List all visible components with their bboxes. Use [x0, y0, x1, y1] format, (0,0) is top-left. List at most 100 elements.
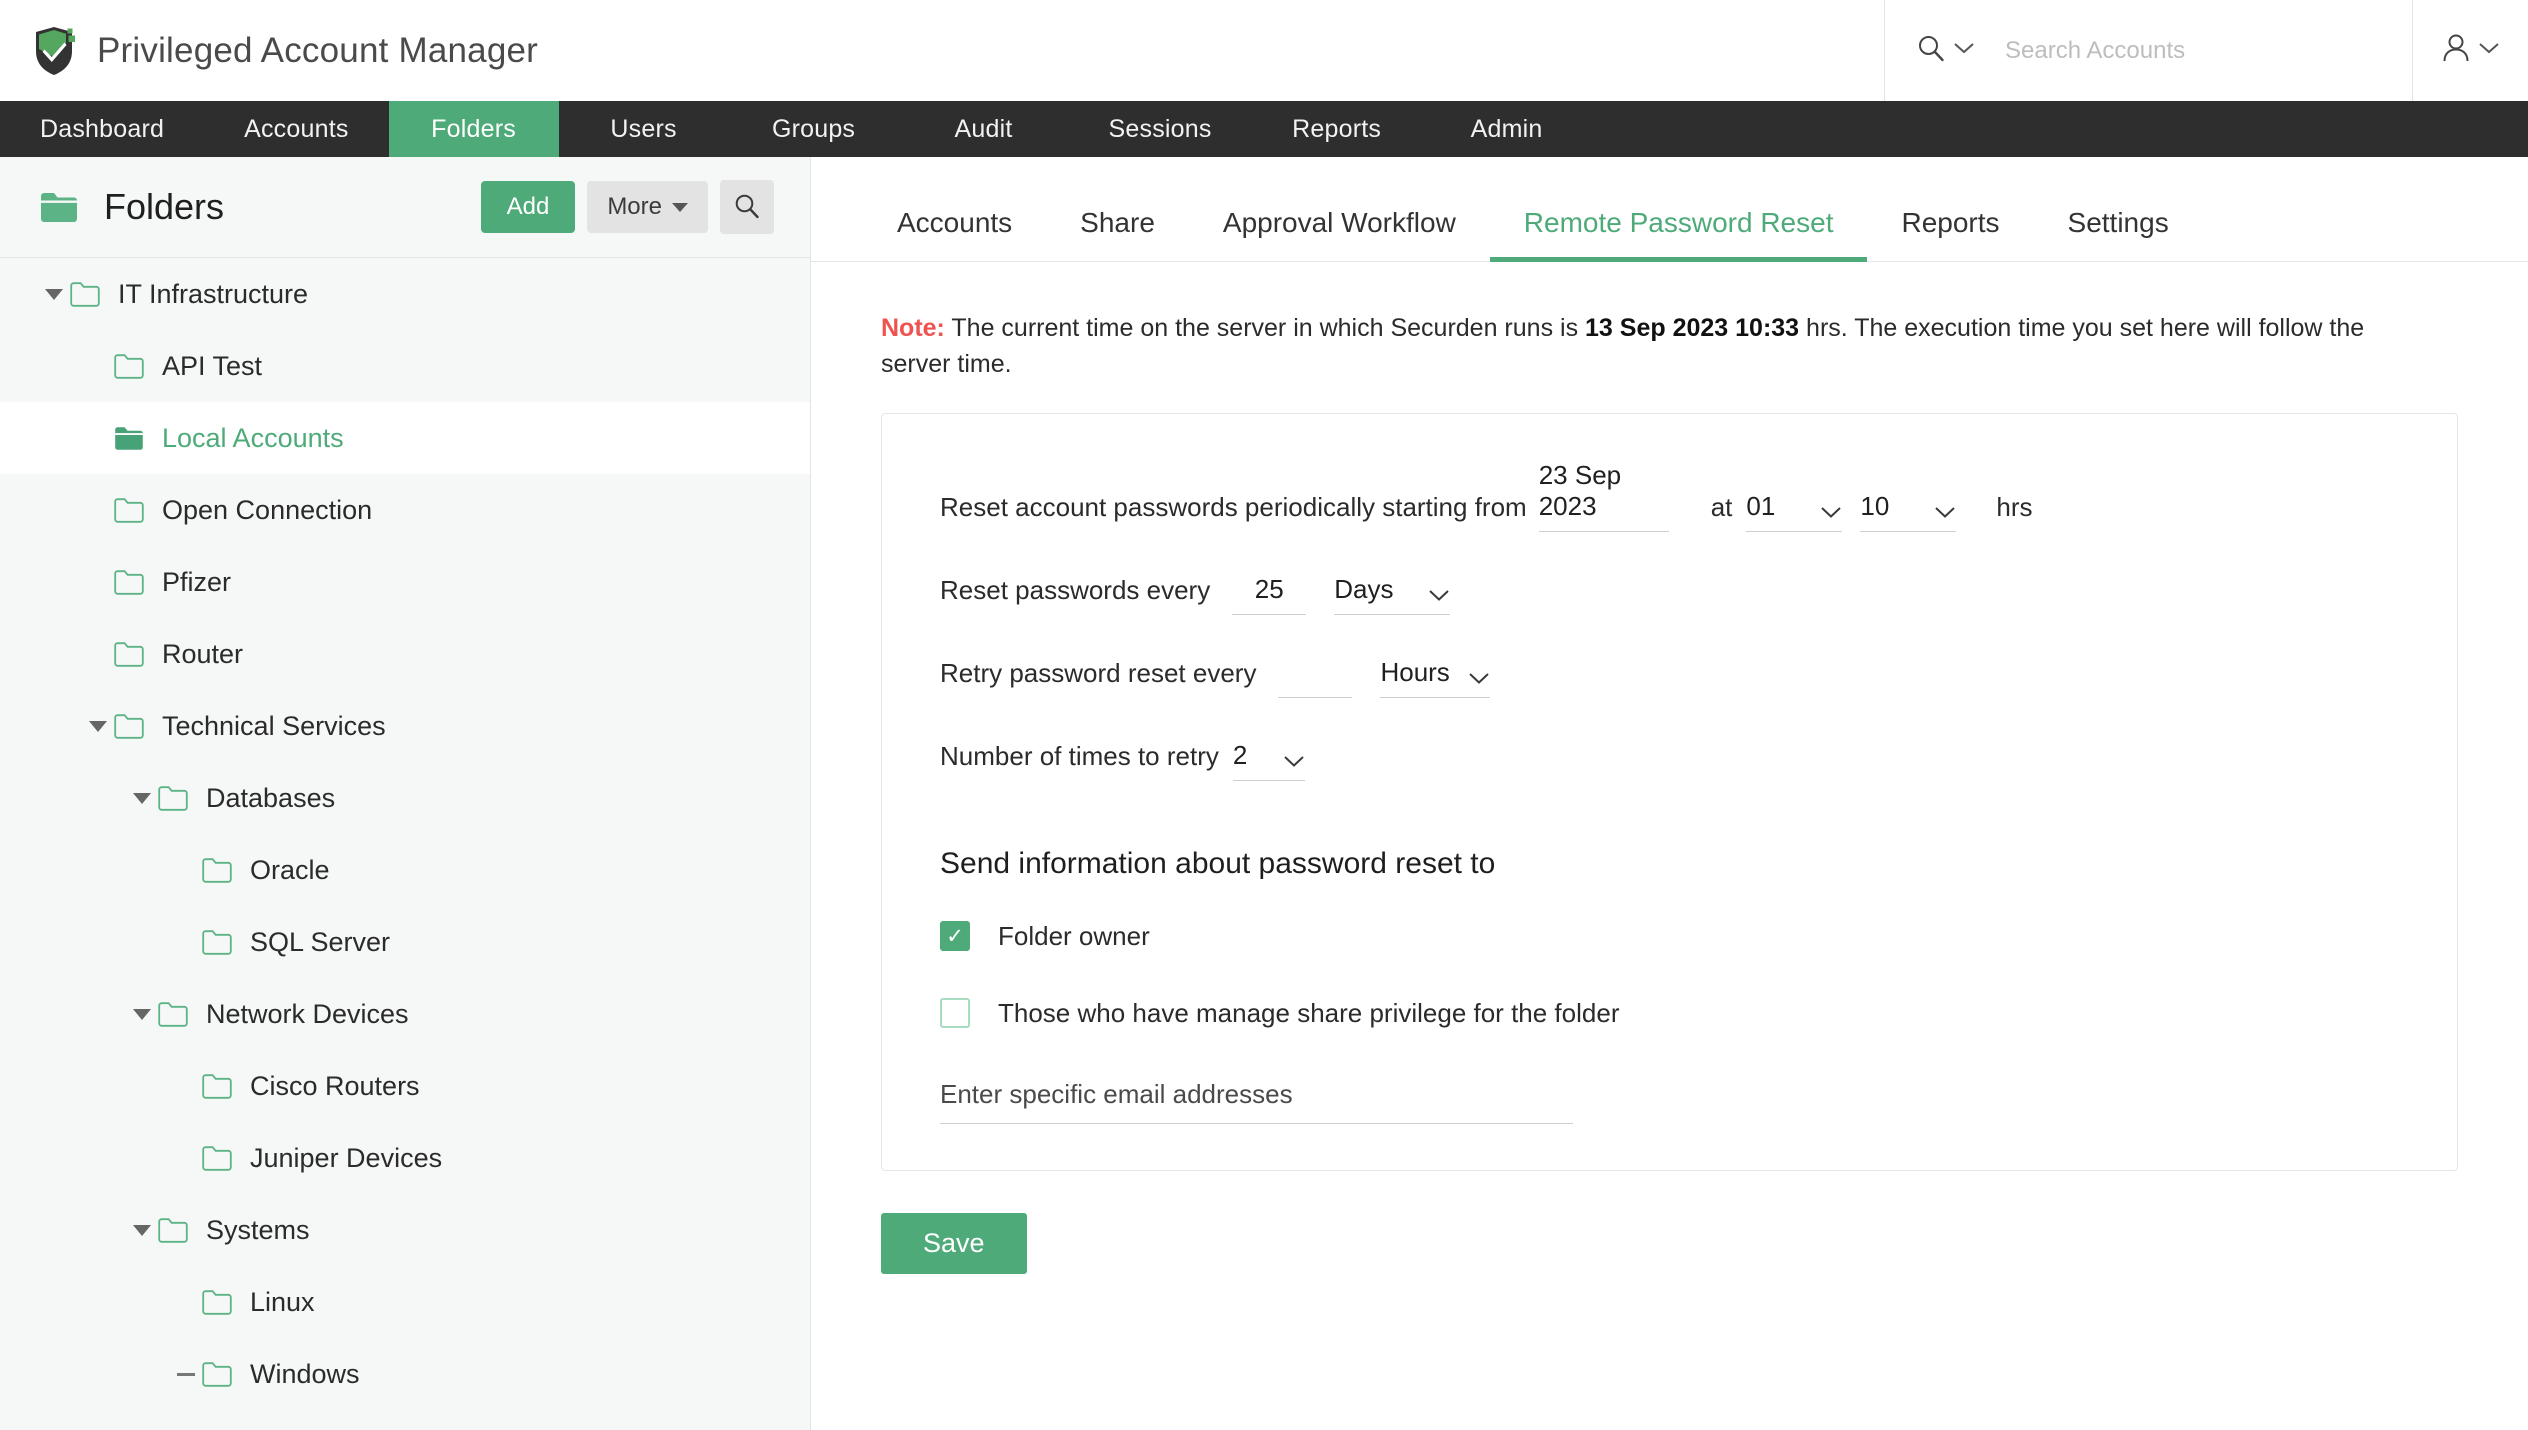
folder-outline-icon: [202, 857, 232, 883]
retry-interval-field[interactable]: [1278, 657, 1353, 698]
retry-interval-unit-select[interactable]: Hours: [1380, 656, 1491, 698]
retry-count-value: 2: [1232, 739, 1248, 770]
nav-item-audit[interactable]: Audit: [899, 101, 1069, 157]
folder-tree-item-label: Technical Services: [162, 710, 386, 741]
folder-tree-item[interactable]: Linux: [0, 1266, 810, 1338]
search-scope-selector[interactable]: [1916, 33, 1975, 68]
folder-filled-icon: [114, 426, 144, 451]
folder-tree-item-label: SQL Server: [250, 926, 391, 957]
retry-interval-unit-value: Hours: [1380, 656, 1450, 687]
nav-item-users[interactable]: Users: [559, 101, 729, 157]
folder-outline-icon: [114, 713, 144, 739]
folder-tree-item-label: Local Accounts: [162, 422, 344, 453]
folder-tree-item[interactable]: Network Devices: [0, 978, 810, 1050]
user-menu[interactable]: [2412, 0, 2528, 101]
folder-tree-item[interactable]: Juniper Devices: [0, 1122, 810, 1194]
tab-approval-workflow[interactable]: Approval Workflow: [1189, 207, 1490, 261]
search-icon: [733, 192, 761, 223]
global-search[interactable]: [1884, 0, 2412, 101]
chevron-down-icon: [1468, 672, 1490, 685]
manage-share-checkbox-row[interactable]: Those who have manage share privilege fo…: [882, 998, 2457, 1029]
more-menu-button[interactable]: More: [587, 181, 708, 233]
folder-tree-item[interactable]: API Test: [0, 330, 810, 402]
shield-logo-icon: [33, 26, 75, 76]
folder-owner-checkbox[interactable]: ✓: [940, 921, 970, 951]
folders-sidebar: Folders Add More IT Infrastructure API Te…: [0, 157, 811, 1430]
sidebar-search-button[interactable]: [720, 180, 774, 234]
user-icon: [2441, 32, 2471, 69]
at-label: at: [1710, 491, 1733, 522]
schedule-start-row: Reset account passwords periodically sta…: [882, 460, 2457, 532]
hour-select[interactable]: 01: [1746, 490, 1843, 532]
manage-share-checkbox[interactable]: [940, 998, 970, 1028]
reset-interval-field[interactable]: 25: [1232, 573, 1307, 615]
nav-item-groups[interactable]: Groups: [729, 101, 899, 157]
folder-tree-item[interactable]: Cisco Routers: [0, 1050, 810, 1122]
minute-select[interactable]: 10: [1860, 490, 1957, 532]
folder-outline-icon: [114, 641, 144, 667]
reset-interval-label: Reset passwords every: [940, 574, 1211, 605]
collapse-dash-icon[interactable]: [170, 1358, 202, 1390]
retry-count-select[interactable]: 2: [1232, 739, 1305, 781]
header-right: [1884, 0, 2528, 101]
retry-count-label: Number of times to retry: [940, 740, 1219, 771]
folder-tree-item[interactable]: Local Accounts: [0, 402, 810, 474]
folder-outline-icon: [158, 785, 188, 811]
search-input[interactable]: [2005, 36, 2395, 65]
folder-tree-item-label: Linux: [250, 1286, 315, 1317]
expand-collapse-triangle-icon[interactable]: [82, 710, 114, 742]
folder-tree-item[interactable]: IT Infrastructure: [0, 258, 810, 330]
check-icon: ✓: [946, 924, 964, 948]
folder-tree-item[interactable]: Router: [0, 618, 810, 690]
caret-down-icon: [672, 202, 688, 212]
retry-interval-label: Retry password reset every: [940, 657, 1257, 688]
expand-collapse-triangle-icon[interactable]: [38, 278, 70, 310]
folder-outline-icon: [202, 1289, 232, 1315]
folder-tree-item[interactable]: Oracle: [0, 834, 810, 906]
folder-tree-item[interactable]: Technical Services: [0, 690, 810, 762]
folder-outline-icon: [70, 281, 100, 307]
hour-value: 01: [1746, 490, 1776, 521]
tab-remote-password-reset[interactable]: Remote Password Reset: [1489, 207, 1868, 262]
folder-owner-checkbox-row[interactable]: ✓ Folder owner: [882, 921, 2457, 952]
tab-share[interactable]: Share: [1046, 207, 1189, 261]
folder-tree-item[interactable]: Systems: [0, 1194, 810, 1266]
expand-collapse-triangle-icon[interactable]: [126, 998, 158, 1030]
chevron-down-icon: [1820, 506, 1842, 519]
add-folder-button[interactable]: Add: [480, 181, 576, 233]
nav-item-folders[interactable]: Folders: [388, 101, 559, 157]
minute-value: 10: [1860, 490, 1890, 521]
nav-item-dashboard[interactable]: Dashboard: [0, 101, 204, 157]
folder-tree-item[interactable]: Windows: [0, 1338, 810, 1410]
save-button[interactable]: Save: [881, 1212, 1027, 1274]
reset-interval-row: Reset passwords every 25 Days: [882, 574, 2457, 615]
nav-item-sessions[interactable]: Sessions: [1069, 101, 1252, 157]
email-addresses-field[interactable]: [940, 1078, 1573, 1124]
folder-outline-icon: [114, 497, 144, 523]
reset-interval-unit-select[interactable]: Days: [1334, 573, 1451, 615]
tab-settings[interactable]: Settings: [2034, 207, 2203, 261]
tab-reports[interactable]: Reports: [1867, 207, 2033, 261]
tab-accounts[interactable]: Accounts: [881, 207, 1046, 261]
reset-interval-value: 25: [1254, 573, 1284, 604]
expand-collapse-triangle-icon[interactable]: [126, 1214, 158, 1246]
nav-item-accounts[interactable]: Accounts: [204, 101, 388, 157]
start-date-field[interactable]: 23 Sep 2023: [1538, 460, 1669, 532]
nav-item-reports[interactable]: Reports: [1252, 101, 1422, 157]
folder-outline-icon: [202, 929, 232, 955]
folder-tree-item[interactable]: Pfizer: [0, 546, 810, 618]
email-addresses-input[interactable]: [940, 1078, 1573, 1110]
expand-collapse-triangle-icon[interactable]: [126, 782, 158, 814]
reset-interval-unit-value: Days: [1334, 573, 1394, 604]
folder-tree-item[interactable]: Open Connection: [0, 474, 810, 546]
nav-item-admin[interactable]: Admin: [1422, 101, 1592, 157]
folder-tree-item[interactable]: SQL Server: [0, 906, 810, 978]
folder-tree-item[interactable]: Databases: [0, 762, 810, 834]
